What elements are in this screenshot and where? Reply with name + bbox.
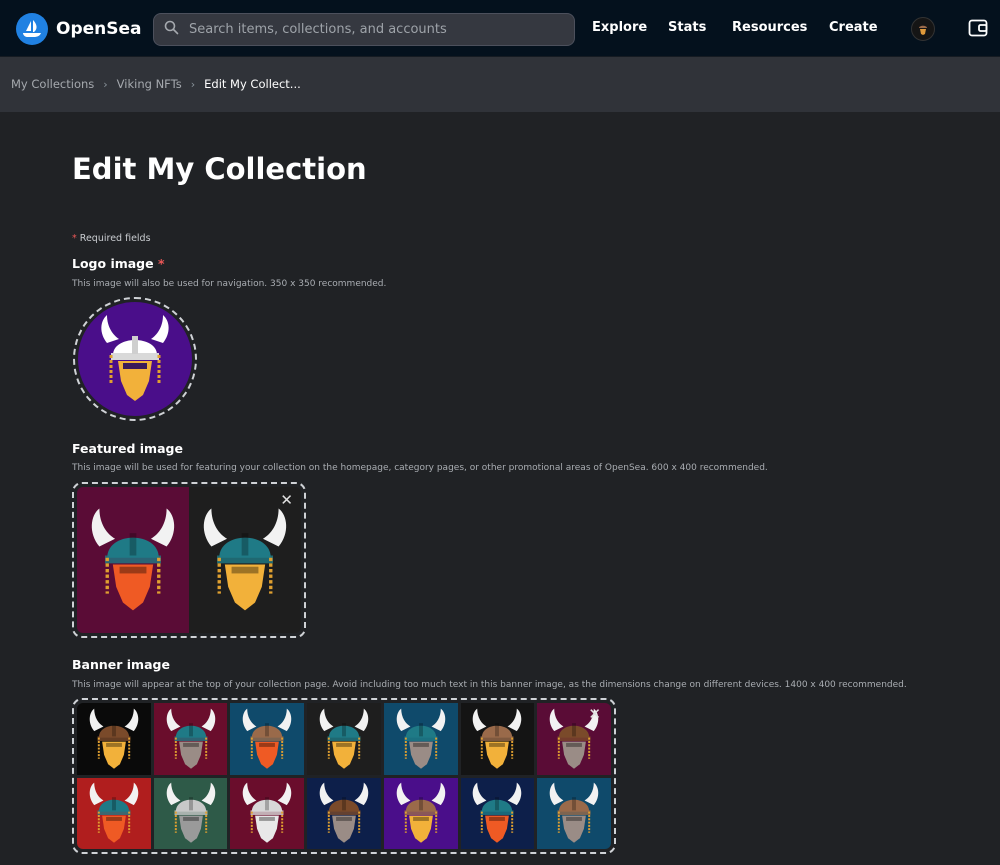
banner-image-preview: ✕ [77, 703, 611, 849]
viking-head-icon [319, 782, 369, 843]
viking-head-icon [396, 782, 445, 843]
page-title: Edit My Collection [72, 152, 367, 186]
viking-head-icon [243, 708, 292, 769]
required-fields-text: Required fields [79, 233, 151, 244]
chevron-right-icon: › [103, 77, 108, 91]
search-input[interactable] [187, 21, 551, 38]
breadcrumb-bar: My Collections › Viking NFTs › Edit My C… [0, 57, 1000, 112]
banner-image-description: This image will appear at the top of you… [72, 680, 907, 690]
banner-tile [230, 777, 305, 849]
opensea-logo-icon [16, 13, 48, 45]
wallet-icon[interactable] [968, 18, 988, 42]
viking-head-icon [89, 708, 139, 769]
close-icon[interactable]: ✕ [588, 707, 601, 722]
viking-head-icon [166, 708, 215, 769]
banner-tile [77, 703, 151, 775]
featured-image-label: Featured image [72, 441, 183, 456]
required-asterisk: * [157, 256, 165, 271]
featured-image-panel [77, 487, 189, 633]
required-fields-note: * Required fields [72, 233, 151, 244]
chevron-right-icon: › [190, 77, 196, 91]
banner-tile [383, 777, 458, 849]
viking-head-icon [243, 782, 292, 843]
viking-head-icon [319, 708, 369, 769]
breadcrumb-current: Edit My Collect... [204, 77, 301, 91]
banner-tile [230, 703, 305, 775]
nav-resources[interactable]: Resources [732, 20, 807, 35]
close-icon[interactable]: ✕ [280, 493, 293, 508]
brand-name: OpenSea [56, 19, 142, 39]
viking-head-icon [473, 708, 522, 769]
breadcrumb-viking-nfts[interactable]: Viking NFTs [117, 77, 182, 91]
nav-create[interactable]: Create [829, 20, 878, 35]
viking-head-icon [549, 782, 599, 843]
viking-avatar-icon[interactable] [911, 17, 935, 41]
banner-tile [77, 777, 151, 849]
banner-tile [307, 703, 381, 775]
search-icon [164, 20, 179, 39]
banner-image-upload[interactable]: ✕ [72, 698, 616, 854]
featured-image-preview: ✕ [77, 487, 301, 633]
banner-tile [153, 703, 228, 775]
viking-logo-icon [101, 315, 169, 401]
breadcrumb-my-collections[interactable]: My Collections [11, 77, 94, 91]
search-bar[interactable] [153, 13, 575, 46]
featured-image-description: This image will be used for featuring yo… [72, 463, 768, 473]
viking-head-icon [396, 708, 445, 769]
logo-image-upload[interactable] [73, 297, 197, 421]
viking-head-icon [89, 782, 139, 843]
logo-image-label: Logo image * [72, 256, 165, 271]
banner-tile [383, 703, 458, 775]
viking-head-icon [473, 782, 522, 843]
brand-logo[interactable]: OpenSea [16, 13, 142, 45]
banner-image-label: Banner image [72, 657, 170, 672]
nav-stats[interactable]: Stats [668, 20, 706, 35]
logo-image-preview [78, 302, 192, 416]
logo-image-label-text: Logo image [72, 256, 154, 271]
banner-tile [307, 777, 381, 849]
viking-head-icon [166, 782, 215, 843]
banner-tile [460, 703, 535, 775]
viking-head-icon [91, 508, 175, 611]
nav-explore[interactable]: Explore [592, 20, 647, 35]
viking-head-icon [203, 508, 287, 611]
breadcrumb: My Collections › Viking NFTs › Edit My C… [11, 77, 301, 91]
logo-image-description: This image will also be used for navigat… [72, 279, 387, 289]
banner-tile [153, 777, 228, 849]
required-asterisk: * [72, 233, 77, 244]
top-nav: OpenSea Explore Stats Resources Create [0, 0, 1000, 57]
banner-tile [460, 777, 535, 849]
banner-tile [537, 777, 611, 849]
featured-image-upload[interactable]: ✕ [72, 482, 306, 638]
